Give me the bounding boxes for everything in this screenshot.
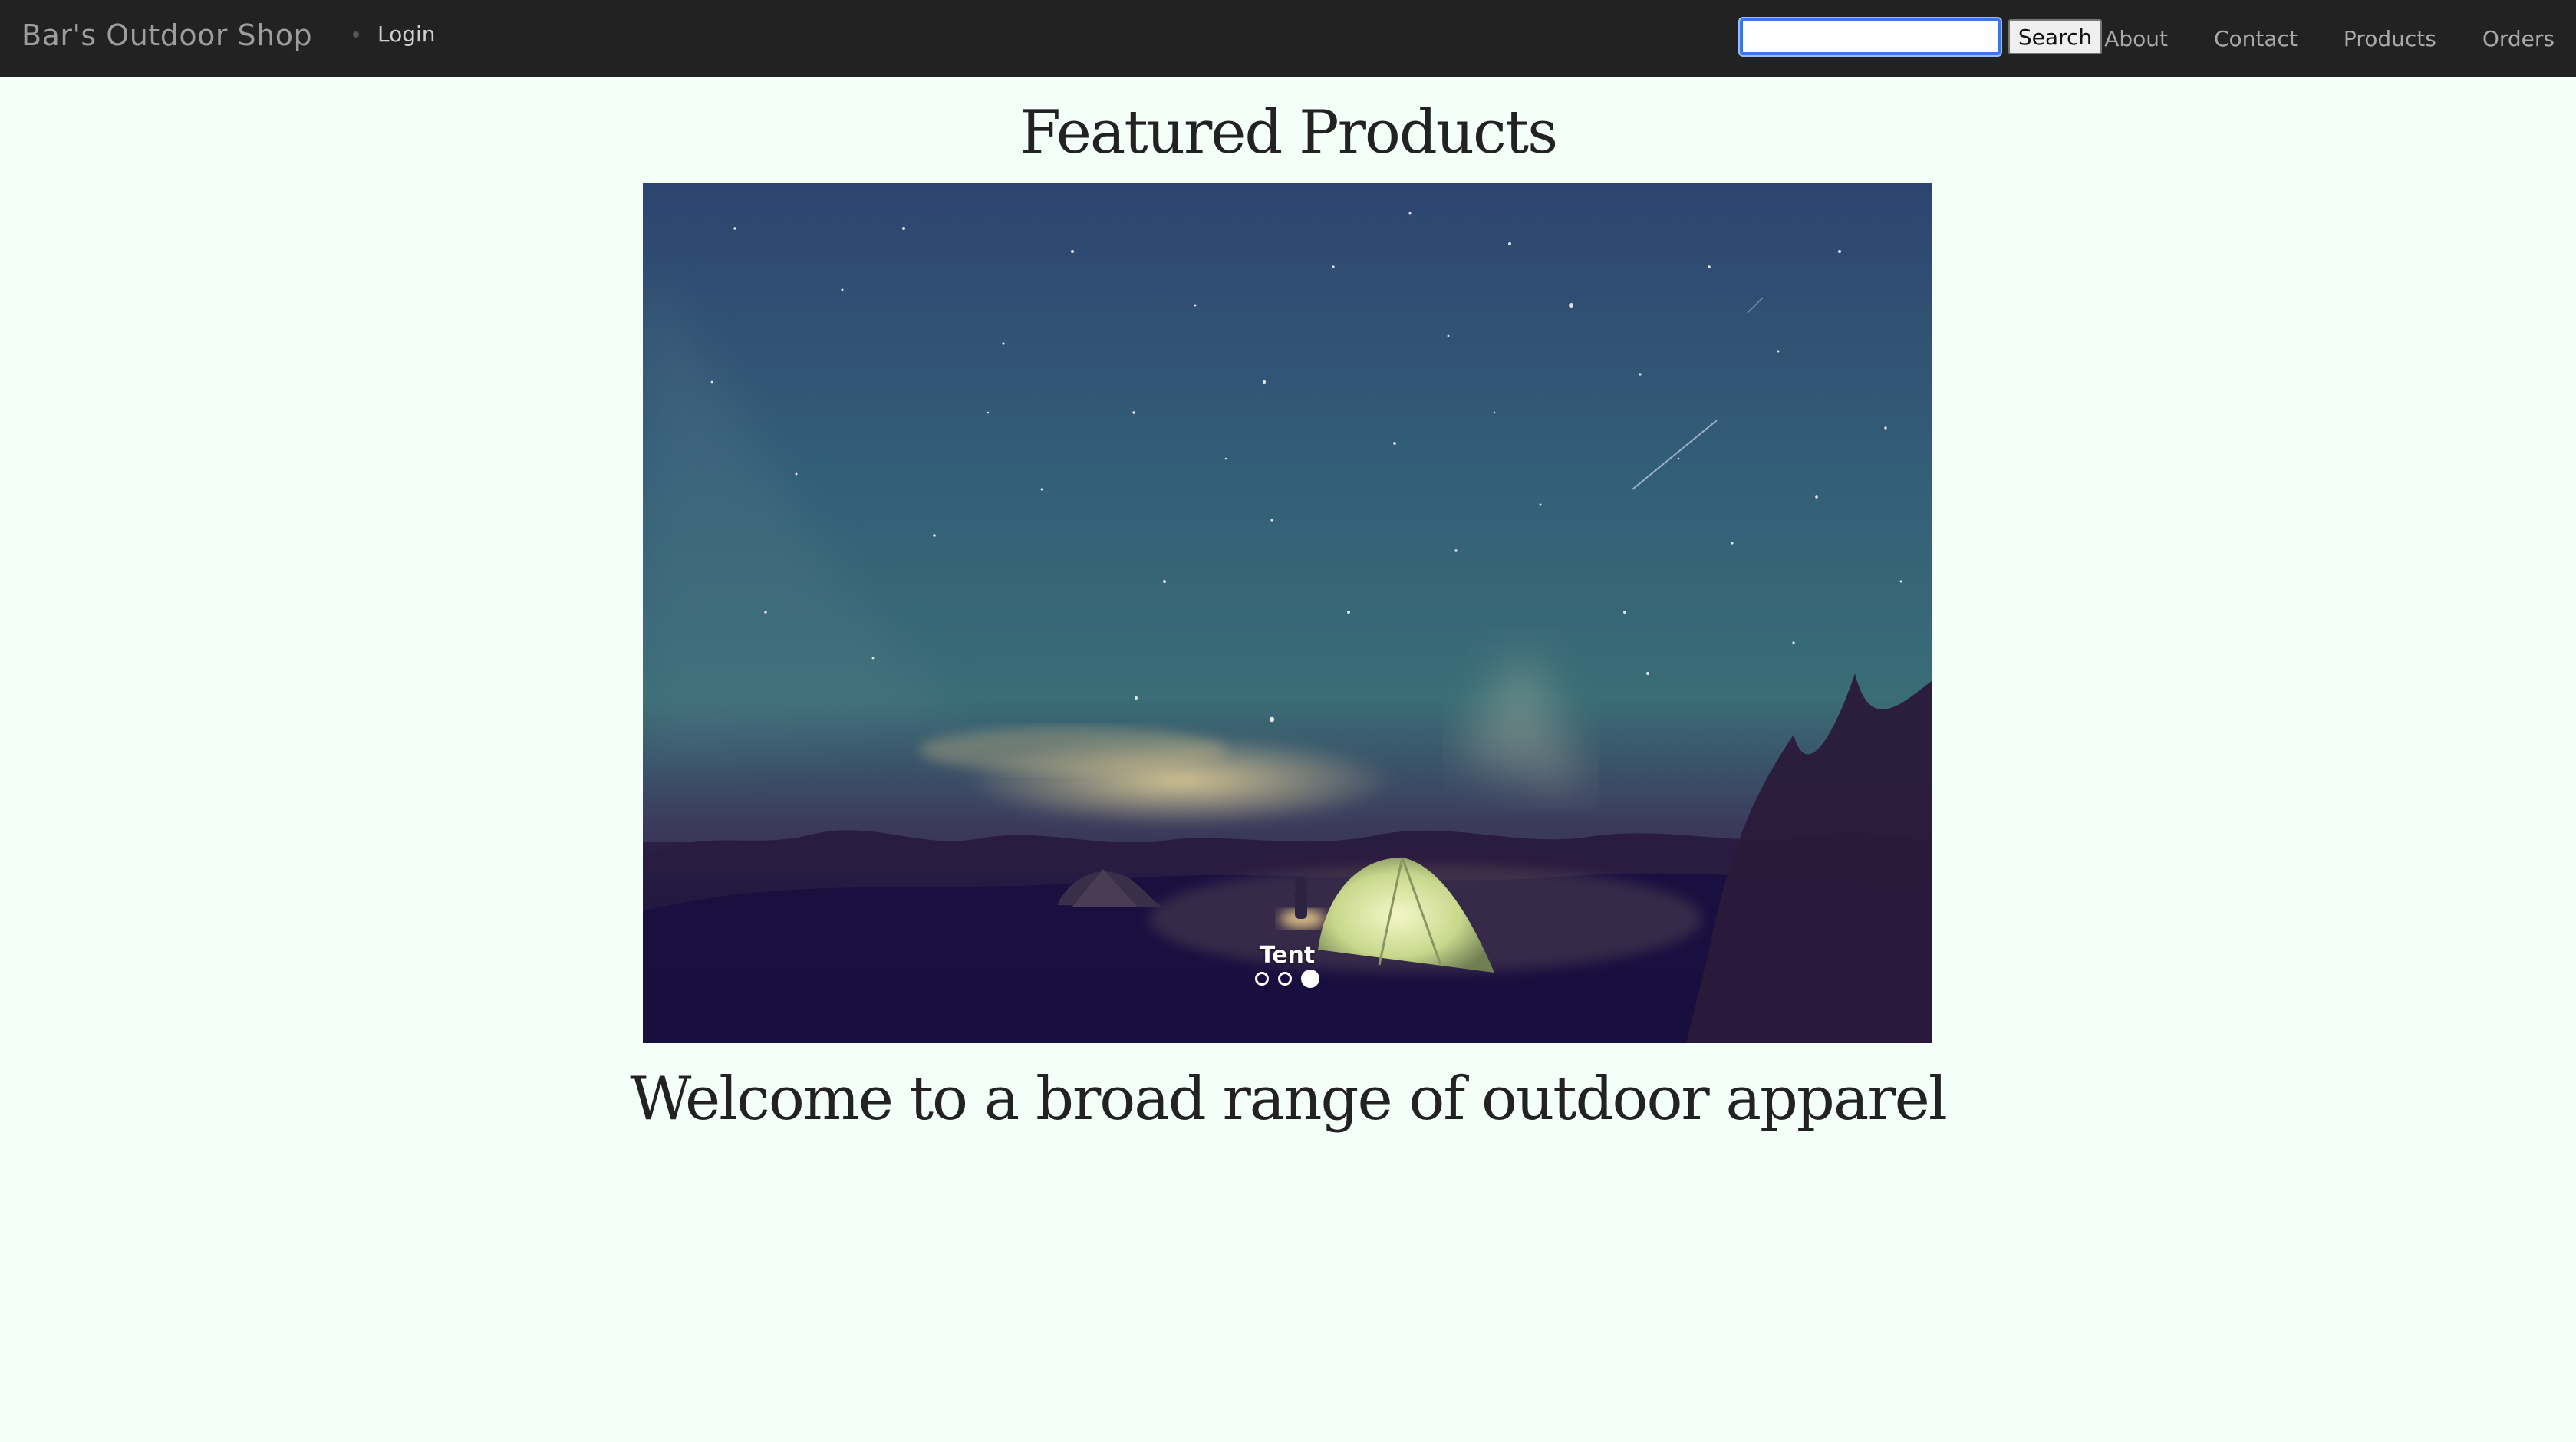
brand-link[interactable]: Bar's Outdoor Shop — [21, 18, 312, 52]
featured-products-heading: Featured Products — [1019, 98, 1558, 167]
bullet-icon — [353, 31, 359, 38]
right-nav: About Contact Products Orders — [2104, 0, 2576, 77]
carousel-caption: Tent — [1259, 942, 1316, 969]
nav-about-link[interactable]: About — [2104, 26, 2168, 51]
product-carousel[interactable]: Tent — [643, 183, 1932, 1043]
left-nav: Login — [353, 21, 436, 47]
search-button[interactable]: Search — [2008, 19, 2102, 54]
carousel-indicators — [643, 970, 1932, 988]
login-link[interactable]: Login — [377, 21, 436, 47]
nav-products-link[interactable]: Products — [2344, 26, 2436, 51]
search-input[interactable] — [1740, 18, 2001, 55]
welcome-heading: Welcome to a broad range of outdoor appa… — [630, 1065, 1948, 1134]
nav-contact-link[interactable]: Contact — [2214, 26, 2298, 51]
nav-orders-link[interactable]: Orders — [2482, 26, 2555, 51]
carousel-dot-2[interactable] — [1278, 972, 1292, 986]
carousel-dot-3[interactable] — [1301, 970, 1319, 988]
navbar: Bar's Outdoor Shop Login Search About Co… — [0, 0, 2576, 77]
search-form: Search — [1740, 18, 2102, 55]
night-camping-tent-photo-icon — [643, 183, 1932, 1043]
carousel-dot-1[interactable] — [1255, 972, 1269, 986]
